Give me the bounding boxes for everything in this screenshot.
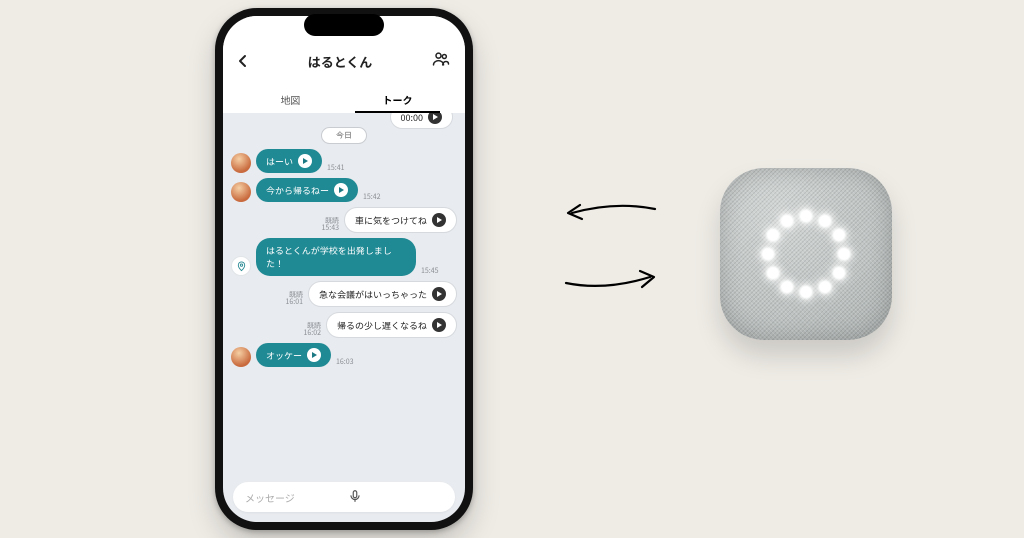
message-out: 既読 16:01 急な会議がはいっちゃった — [231, 281, 457, 307]
group-icon[interactable] — [431, 49, 451, 74]
phone-frame: はるとくん 地図 トーク 00:00 今日 — [215, 8, 473, 530]
message-time: 15:43 — [321, 225, 339, 233]
play-icon[interactable] — [432, 318, 446, 332]
message-meta: 既読 16:01 — [285, 292, 303, 307]
voice-bubble-out[interactable]: 急な会議がはいっちゃった — [308, 281, 457, 307]
arrow-left-icon — [560, 195, 660, 225]
day-separator: 今日 — [231, 127, 457, 144]
arrow-right-icon — [560, 265, 660, 295]
led-dot — [839, 249, 850, 260]
location-pin-icon[interactable] — [231, 256, 251, 276]
led-dot — [833, 230, 844, 241]
message-in: 今から帰るねー 15:42 — [231, 178, 457, 202]
chat-title: はるとくん — [308, 52, 373, 71]
led-dot — [768, 268, 779, 279]
message-text: オッケー — [266, 349, 302, 362]
voice-bubble-out[interactable]: 帰るの少し遅くなるね — [326, 312, 457, 338]
message-text: 車に気をつけてね — [355, 214, 427, 227]
message-text: はるとくんが学校を出発しました！ — [266, 244, 406, 270]
message-time: 15:42 — [363, 192, 381, 202]
message-meta: 既読 16:02 — [303, 323, 321, 338]
phone-screen: はるとくん 地図 トーク 00:00 今日 — [223, 16, 465, 522]
play-icon[interactable] — [428, 113, 442, 124]
avatar[interactable] — [231, 347, 251, 367]
avatar[interactable] — [231, 182, 251, 202]
message-text: 帰るの少し遅くなるね — [337, 319, 427, 332]
voice-bubble-out[interactable]: 車に気をつけてね — [344, 207, 457, 233]
led-dot — [801, 287, 812, 298]
message-time: 15:41 — [327, 163, 345, 173]
led-dot — [820, 216, 831, 227]
play-icon[interactable] — [432, 287, 446, 301]
play-icon[interactable] — [307, 348, 321, 362]
dynamic-island — [304, 14, 384, 36]
mic-icon[interactable] — [348, 489, 443, 506]
message-out: 既読 15:43 車に気をつけてね — [231, 207, 457, 233]
tab-talk[interactable]: トーク — [344, 86, 451, 113]
voice-bubble-in[interactable]: 今から帰るねー — [256, 178, 358, 202]
led-dot — [820, 281, 831, 292]
avatar[interactable] — [231, 153, 251, 173]
message-time: 16:03 — [336, 357, 354, 367]
message-location: はるとくんが学校を出発しました！ 15:45 — [231, 238, 457, 276]
voice-bubble-in[interactable]: はーい — [256, 149, 322, 173]
day-pill: 今日 — [321, 127, 367, 144]
play-icon[interactable] — [298, 154, 312, 168]
led-dot — [833, 268, 844, 279]
tab-map[interactable]: 地図 — [237, 86, 344, 113]
message-out: 既読 16:02 帰るの少し遅くなるね — [231, 312, 457, 338]
message-text: 急な会議がはいっちゃった — [319, 288, 427, 301]
message-text: 今から帰るねー — [266, 184, 329, 197]
led-dot — [763, 249, 774, 260]
message-placeholder: メッセージ — [245, 490, 340, 505]
back-button[interactable] — [237, 48, 249, 74]
speaker-device — [720, 168, 892, 340]
message-text: はーい — [266, 155, 293, 168]
voice-bubble-in[interactable]: オッケー — [256, 343, 331, 367]
message-time: 16:01 — [285, 299, 303, 307]
partial-prev-message: 00:00 — [390, 113, 453, 129]
led-dot — [782, 281, 793, 292]
location-bubble[interactable]: はるとくんが学校を出発しました！ — [256, 238, 416, 276]
led-dot — [768, 230, 779, 241]
message-time: 16:02 — [303, 330, 321, 338]
message-time: 00:00 — [401, 113, 423, 124]
input-bar: メッセージ — [223, 476, 465, 522]
play-icon[interactable] — [334, 183, 348, 197]
chat-scroll-area[interactable]: 00:00 今日 はーい 15:41 — [223, 113, 465, 476]
play-icon[interactable] — [432, 213, 446, 227]
led-dot — [801, 211, 812, 222]
message-input[interactable]: メッセージ — [233, 482, 455, 512]
tabs: 地図 トーク — [237, 86, 451, 113]
message-in: はーい 15:41 — [231, 149, 457, 173]
message-meta: 既読 15:43 — [321, 218, 339, 233]
led-dot — [782, 216, 793, 227]
message-time: 15:45 — [421, 266, 439, 276]
led-ring — [758, 206, 854, 302]
message-in: オッケー 16:03 — [231, 343, 457, 367]
